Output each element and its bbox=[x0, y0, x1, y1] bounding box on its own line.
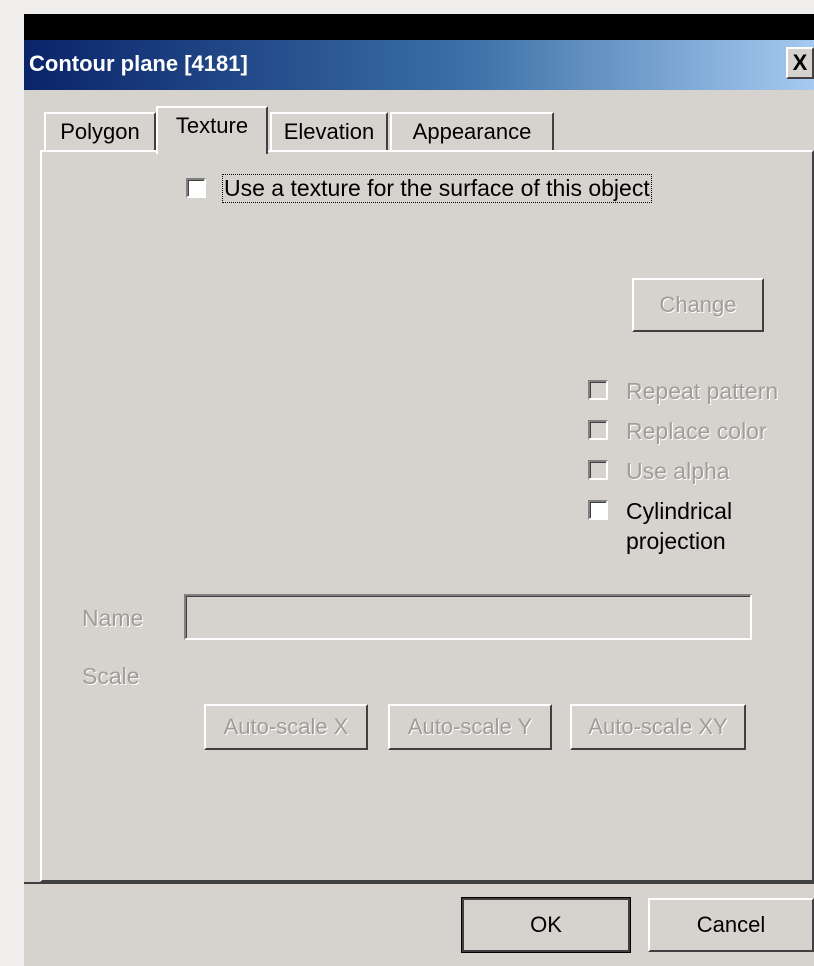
auto-scale-x-button[interactable]: Auto-scale X bbox=[204, 704, 368, 750]
top-bar bbox=[24, 14, 814, 40]
cancel-button[interactable]: Cancel bbox=[648, 898, 814, 952]
repeat-pattern-checkbox[interactable] bbox=[588, 380, 608, 400]
tab-elevation[interactable]: Elevation bbox=[270, 112, 388, 152]
auto-scale-xy-button[interactable]: Auto-scale XY bbox=[570, 704, 746, 750]
name-label: Name bbox=[82, 605, 144, 631]
change-button[interactable]: Change bbox=[632, 278, 764, 332]
auto-scale-y-button[interactable]: Auto-scale Y bbox=[388, 704, 552, 750]
cylindrical-label-line1: Cylindrical bbox=[626, 498, 733, 524]
name-field[interactable] bbox=[184, 594, 752, 640]
tab-appearance[interactable]: Appearance bbox=[390, 112, 554, 152]
use-alpha-label: Use alpha bbox=[626, 458, 730, 484]
use-texture-label[interactable]: Use a texture for the surface of this ob… bbox=[222, 174, 652, 203]
use-texture-checkbox[interactable] bbox=[186, 178, 206, 198]
ok-button[interactable]: OK bbox=[461, 897, 631, 953]
tab-polygon[interactable]: Polygon bbox=[44, 112, 156, 152]
tab-texture[interactable]: Texture bbox=[156, 106, 268, 154]
title-bar[interactable]: Contour plane [4181] X bbox=[24, 40, 814, 90]
cylindrical-projection-checkbox[interactable] bbox=[588, 500, 608, 520]
texture-panel: Use a texture for the surface of this ob… bbox=[40, 150, 814, 882]
use-alpha-checkbox[interactable] bbox=[588, 460, 608, 480]
close-icon: X bbox=[792, 50, 808, 75]
replace-color-label: Replace color bbox=[626, 418, 767, 444]
footer-divider bbox=[24, 882, 814, 884]
close-button[interactable]: X bbox=[786, 47, 814, 79]
scale-label: Scale bbox=[82, 663, 140, 689]
repeat-pattern-label: Repeat pattern bbox=[626, 378, 779, 404]
window-title: Contour plane [4181] bbox=[29, 51, 248, 76]
cylindrical-label-line2: projection bbox=[626, 528, 726, 554]
dialog-window: Contour plane [4181] X Polygon Texture E… bbox=[24, 40, 814, 966]
replace-color-checkbox[interactable] bbox=[588, 420, 608, 440]
